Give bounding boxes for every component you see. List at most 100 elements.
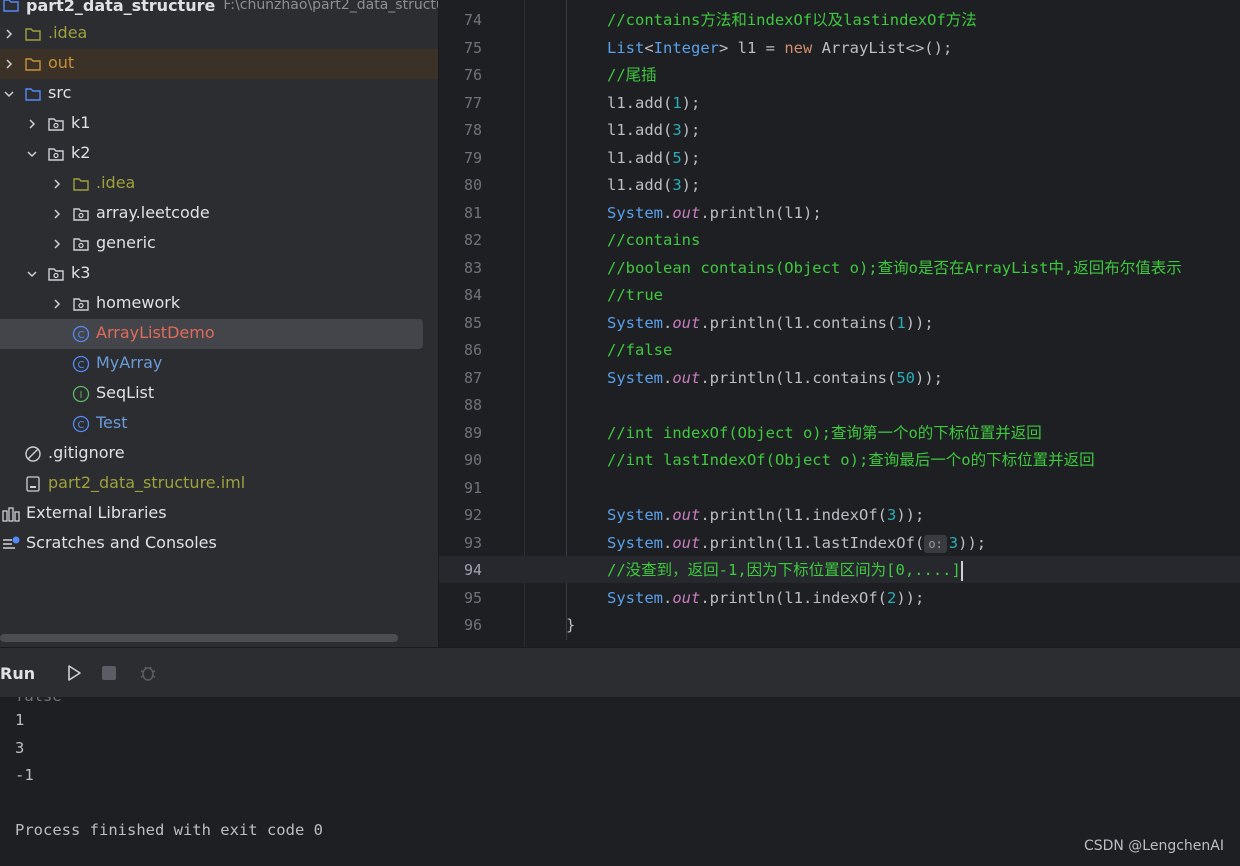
chevron-right-icon[interactable]: [50, 207, 64, 221]
text-caret: [960, 560, 963, 581]
debug-icon[interactable]: [138, 663, 158, 683]
line-number: 94: [463, 561, 482, 579]
tree-item-label: .idea: [96, 173, 136, 192]
libraries-icon: [2, 505, 20, 523]
code-token: ));: [914, 368, 943, 387]
line-number: 85: [463, 313, 482, 332]
rerun-icon[interactable]: [64, 663, 84, 683]
code-token: .println(l1.contains(: [700, 368, 897, 387]
tree-item-arraylistdemo[interactable]: C ArrayListDemo: [0, 319, 423, 349]
code-token: );: [681, 148, 701, 167]
stop-icon[interactable]: [99, 663, 119, 683]
tree-item-part2-data-structure-iml[interactable]: part2_data_structure.iml: [0, 469, 438, 499]
code-line[interactable]: l1.add(5);: [607, 145, 700, 172]
line-number: 86: [463, 341, 482, 359]
tree-item-k3[interactable]: k3: [0, 259, 438, 289]
code-line[interactable]: //没查到，返回-1,因为下标位置区间为[0,....]: [607, 557, 963, 584]
chevron-right-icon[interactable]: [2, 57, 16, 71]
line-number: 74: [463, 11, 482, 29]
indent-guide: [566, 0, 567, 640]
code-token: //没查到，返回-1,因为下标位置区间为[0,....]: [607, 561, 961, 579]
chevron-down-icon[interactable]: [25, 267, 39, 281]
code-line[interactable]: //boolean contains(Object o);查询o是否在Array…: [607, 255, 1182, 282]
code-line[interactable]: l1.add(3);: [607, 117, 700, 144]
tree-item-seqlist[interactable]: I SeqList: [0, 379, 438, 409]
tree-item-homework[interactable]: homework: [0, 289, 438, 319]
tree-item-src[interactable]: src: [0, 79, 438, 109]
code-line[interactable]: l1.add(3);: [607, 172, 700, 199]
code-line[interactable]: List<Integer> l1 = new ArrayList<>();: [607, 35, 952, 62]
code-line[interactable]: l1.add(1);: [607, 90, 700, 117]
tree-item-array-leetcode[interactable]: array.leetcode: [0, 199, 438, 229]
code-line[interactable]: System.out.println(l1);: [607, 200, 822, 227]
line-number: 77: [463, 93, 482, 112]
code-line[interactable]: }: [566, 612, 575, 639]
tree-item-label: ArrayListDemo: [96, 323, 215, 342]
code-token: ));: [896, 506, 925, 524]
code-line[interactable]: System.out.println(l1.lastIndexOf(o: 3));: [607, 530, 986, 557]
chevron-right-icon[interactable]: [50, 297, 64, 311]
line-number: 82: [463, 231, 482, 249]
tree-item-myarray[interactable]: C MyArray: [0, 349, 438, 379]
line-number: 80: [463, 176, 482, 194]
code-token: System: [607, 313, 663, 332]
code-token: .println(l1);: [700, 203, 822, 222]
code-token: 3: [948, 533, 959, 552]
code-line[interactable]: System.out.println(l1.contains(1));: [607, 310, 934, 337]
tree-item-k2[interactable]: k2: [0, 139, 438, 169]
java-class-icon: C: [72, 355, 90, 373]
code-line[interactable]: System.out.println(l1.contains(50));: [607, 365, 943, 392]
code-line[interactable]: //contains: [607, 227, 700, 254]
code-token: 1: [672, 93, 682, 112]
tree-item-idea[interactable]: .idea: [0, 19, 438, 49]
code-line[interactable]: //int indexOf(Object o);查询第一个o的下标位置并返回: [607, 420, 1042, 447]
code-line[interactable]: System.out.println(l1.indexOf(2));: [607, 585, 924, 612]
code-token: List: [607, 38, 645, 57]
code-line[interactable]: //true: [607, 282, 663, 309]
code-line[interactable]: //false: [607, 337, 672, 364]
line-number: 78: [463, 121, 482, 139]
code-line[interactable]: //尾插: [607, 62, 657, 89]
project-root[interactable]: part2_data_structure F:\chunzhao\part2_da…: [0, 0, 438, 20]
code-token: );: [681, 121, 701, 139]
svg-text:C: C: [78, 420, 85, 431]
tree-item-idea[interactable]: .idea: [0, 169, 438, 199]
horizontal-scrollbar[interactable]: [0, 634, 398, 642]
tree-item-test[interactable]: C Test: [0, 409, 438, 439]
tree-item-gitignore[interactable]: .gitignore: [0, 439, 438, 469]
tree-item-label: .idea: [48, 23, 88, 42]
code-token: //boolean contains(Object o);查询o是否在Array…: [607, 258, 1182, 277]
code-token: l1.add(: [607, 148, 673, 167]
package-icon: [72, 235, 90, 253]
run-console[interactable]: false 1 3 -1 Process finished with exit cod…: [0, 697, 1240, 866]
chevron-right-icon[interactable]: [2, 27, 16, 41]
tree-item-generic[interactable]: generic: [0, 229, 438, 259]
line-number: 81: [463, 203, 482, 222]
chevron-down-icon[interactable]: [25, 147, 39, 161]
chevron-down-icon[interactable]: [2, 87, 16, 101]
code-line[interactable]: System.out.println(l1.indexOf(3));: [607, 502, 924, 529]
code-token: 3: [672, 176, 682, 194]
code-token: Integer: [653, 38, 719, 57]
folder-icon: [24, 55, 42, 73]
package-icon: [72, 295, 90, 313]
code-token: //contains方法和indexOf以及lastindexOf方法: [607, 11, 977, 29]
code-editor[interactable]: 74 //contains方法和indexOf以及lastindexOf方法 75 L…: [438, 0, 1240, 647]
run-title: Run: [0, 664, 36, 683]
chevron-right-icon[interactable]: [25, 117, 39, 131]
chevron-right-icon[interactable]: [50, 177, 64, 191]
tree-item-label: generic: [96, 233, 156, 252]
run-tool-window-header: Run: [0, 647, 1240, 698]
tree-item-k1[interactable]: k1: [0, 109, 438, 139]
code-line[interactable]: //contains方法和indexOf以及lastindexOf方法: [607, 7, 977, 34]
tree-item-external-libraries[interactable]: External Libraries: [0, 499, 438, 529]
code-line[interactable]: //int lastIndexOf(Object o);查询最后一个o的下标位置…: [607, 447, 1095, 474]
project-root-path: F:\chunzhao\part2_data_structu: [223, 0, 438, 13]
code-token: .println(l1.indexOf(: [700, 588, 887, 607]
tree-item-out[interactable]: out: [0, 49, 438, 79]
tree-item-label: .gitignore: [48, 443, 125, 462]
code-token: out: [672, 368, 701, 387]
chevron-right-icon[interactable]: [50, 237, 64, 251]
code-token: l1.add(: [607, 121, 673, 139]
tree-item-scratches-and-consoles[interactable]: Scratches and Consoles: [0, 529, 438, 559]
